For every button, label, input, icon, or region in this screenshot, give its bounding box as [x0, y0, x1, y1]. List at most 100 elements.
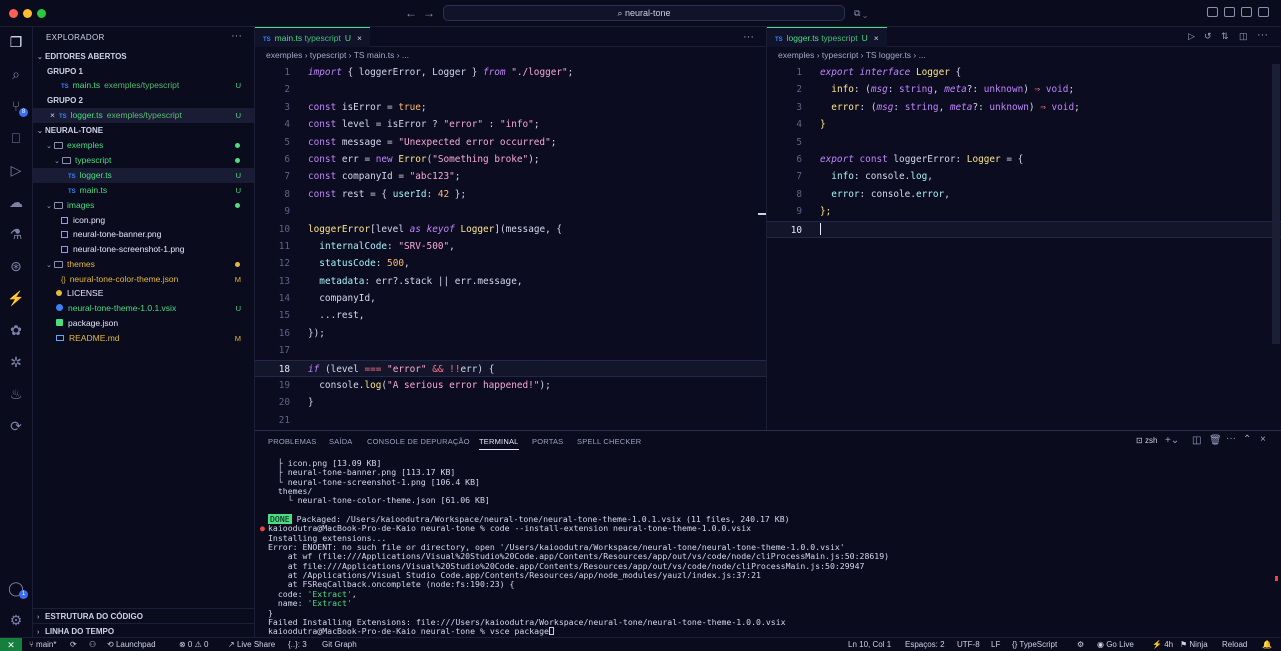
- tree-item-icon-png[interactable]: icon.png: [33, 213, 254, 228]
- tab-spell-checker[interactable]: SPELL CHECKER: [577, 437, 641, 446]
- zoom-window-button[interactable]: [37, 9, 46, 18]
- docker-icon[interactable]: ☁: [7, 193, 25, 211]
- run-debug-icon[interactable]: ▷: [7, 161, 25, 179]
- compare-icon[interactable]: ⇅: [1221, 31, 1229, 42]
- tree-item-banner[interactable]: neural-tone-banner.png: [33, 227, 254, 242]
- encoding[interactable]: UTF-8: [957, 638, 980, 651]
- editor-scrollbar[interactable]: [1272, 64, 1280, 344]
- language-mode[interactable]: {} TypeScript: [1012, 638, 1057, 651]
- timeline-icon[interactable]: ↺: [1204, 31, 1212, 42]
- tree-item-screenshot[interactable]: neural-tone-screenshot-1.png: [33, 242, 254, 257]
- launchpad[interactable]: ⟲ Launchpad: [107, 638, 156, 651]
- tab-problems[interactable]: PROBLEMAS: [268, 437, 316, 446]
- remote-indicator[interactable]: ✕: [0, 638, 22, 651]
- code-area[interactable]: 1 import { loggerError, Logger } from "./…: [255, 64, 766, 429]
- tree-item-themes[interactable]: ⌄ themes: [33, 257, 254, 272]
- tab-debug-console[interactable]: CONSOLE DE DEPURAÇÃO: [367, 437, 470, 446]
- maximize-panel-icon[interactable]: ⌃: [1243, 434, 1251, 445]
- timeline-section[interactable]: › LINHA DO TEMPO: [33, 623, 254, 638]
- split-editor-icon[interactable]: ◫: [1239, 31, 1248, 42]
- braces-indicator[interactable]: {..}: 3: [288, 638, 307, 651]
- go-live[interactable]: ◉ Go Live: [1097, 638, 1134, 651]
- open-editors-section[interactable]: ⌄ EDITORES ABERTOS: [33, 49, 254, 64]
- editor-more-button[interactable]: ···: [1257, 29, 1268, 41]
- genie-icon[interactable]: ♨: [7, 385, 25, 403]
- toggle-panel-icon[interactable]: [1241, 7, 1252, 17]
- minimize-window-button[interactable]: [23, 9, 32, 18]
- editor-more-button[interactable]: ···: [743, 31, 754, 43]
- tree-item-license[interactable]: LICENSE: [33, 286, 254, 301]
- tree-item-color-theme[interactable]: {} neural-tone-color-theme.json M: [33, 272, 254, 287]
- tab-main-ts[interactable]: TS main.ts typescript U ×: [255, 27, 370, 47]
- live-share[interactable]: ↗ Live Share: [228, 638, 275, 651]
- copilot-icon[interactable]: ⧉ ⌄: [854, 8, 867, 19]
- problems-indicator[interactable]: ⊗ 0 ⚠ 0: [179, 638, 208, 651]
- tab-ports[interactable]: PORTAS: [532, 437, 563, 446]
- customize-layout-icon[interactable]: [1207, 7, 1218, 17]
- tree-item-typescript[interactable]: ⌄ typescript: [33, 153, 254, 168]
- breadcrumb[interactable]: exemples › typescript › TS logger.ts › .…: [778, 50, 926, 60]
- run-icon[interactable]: ▷: [1188, 31, 1195, 42]
- bookmarks-icon[interactable]: ⎕: [7, 129, 25, 147]
- toggle-sidebar-icon[interactable]: [1224, 7, 1235, 17]
- explorer-icon[interactable]: ❐: [7, 33, 25, 51]
- close-tab-icon[interactable]: ×: [357, 33, 362, 43]
- tab-terminal[interactable]: TERMINAL: [479, 437, 519, 450]
- back-arrow-icon[interactable]: ←: [405, 6, 417, 20]
- gpt-icon[interactable]: ✲: [7, 353, 25, 371]
- trash-icon[interactable]: 🗑: [1209, 435, 1222, 446]
- git-graph-button[interactable]: Git Graph: [322, 638, 357, 651]
- npm-file-icon: [56, 319, 63, 326]
- tree-item-package-json[interactable]: package.json: [33, 316, 254, 331]
- folder-name: typescript: [75, 155, 112, 165]
- cursor-position[interactable]: Ln 10, Col 1: [848, 638, 891, 651]
- paw-icon[interactable]: ✿: [7, 321, 25, 339]
- tree-item-logger[interactable]: TS logger.ts U: [33, 168, 254, 183]
- bug-icon[interactable]: ⚇: [89, 638, 96, 651]
- tab-output[interactable]: SAÍDA: [329, 437, 353, 446]
- new-terminal-icon[interactable]: +⌄: [1165, 435, 1179, 446]
- tree-item-vsix[interactable]: neural-tone-theme-1.0.1.vsix U: [33, 301, 254, 316]
- git-branch[interactable]: ⑂ main*: [29, 638, 56, 651]
- source-control-icon[interactable]: ⑂ 8: [7, 97, 28, 117]
- reload-button[interactable]: Reload: [1222, 638, 1247, 651]
- time-tracker[interactable]: ⚡ 4h: [1152, 638, 1173, 651]
- terminal-shell-selector[interactable]: ⊡ zsh: [1136, 436, 1157, 445]
- tree-item-main[interactable]: TS main.ts U: [33, 183, 254, 198]
- toggle-secondary-sidebar-icon[interactable]: [1258, 7, 1269, 17]
- open-editor-logger[interactable]: × TS logger.ts exemples/typescript U: [33, 108, 254, 123]
- remote-icon[interactable]: ⟳: [7, 417, 25, 435]
- tab-logger-ts[interactable]: TS logger.ts typescript U ×: [767, 27, 887, 47]
- close-icon[interactable]: ×: [50, 110, 55, 120]
- gear-icon[interactable]: ⚙: [1077, 638, 1084, 651]
- command-center-search[interactable]: ⌕ neural-tone: [443, 5, 845, 21]
- outline-section[interactable]: › ESTRUTURA DO CÓDIGO: [33, 608, 254, 623]
- close-panel-icon[interactable]: ×: [1260, 434, 1266, 445]
- explorer-more-button[interactable]: ···: [231, 30, 242, 42]
- code-area[interactable]: 1 export interface Logger { 2 info: (msg:…: [767, 64, 1281, 238]
- sync-icon[interactable]: ⟳: [70, 638, 77, 651]
- close-window-button[interactable]: [9, 9, 18, 18]
- minimap-slider[interactable]: [758, 213, 766, 215]
- panel-more-button[interactable]: ···: [1226, 433, 1236, 444]
- account-icon[interactable]: ◯ 1: [7, 579, 28, 599]
- tree-item-images[interactable]: ⌄ images: [33, 198, 254, 213]
- git-graph-icon[interactable]: ⊛: [7, 257, 25, 275]
- tree-item-exemples[interactable]: ⌄ exemples: [33, 138, 254, 153]
- project-section[interactable]: ⌄ NEURAL-TONE: [33, 123, 254, 138]
- ninja[interactable]: ⚑ Ninja: [1180, 638, 1208, 651]
- tree-item-readme[interactable]: README.md M: [33, 331, 254, 346]
- close-tab-icon[interactable]: ×: [874, 33, 879, 43]
- end-of-line[interactable]: LF: [991, 638, 1000, 651]
- notifications-bell-icon[interactable]: 🔔: [1262, 638, 1272, 651]
- terminal-output[interactable]: ├ icon.png [13.09 KB] ├ neural-tone-bann…: [260, 458, 889, 637]
- breadcrumb[interactable]: exemples › typescript › TS main.ts › ...: [266, 50, 409, 60]
- search-icon[interactable]: ⌕: [7, 65, 25, 83]
- lightning-icon[interactable]: ⚡: [7, 289, 25, 307]
- settings-gear-icon[interactable]: ⚙: [7, 611, 25, 629]
- open-editor-main[interactable]: TS main.ts exemples/typescript U: [33, 78, 254, 93]
- split-terminal-icon[interactable]: ◫: [1192, 435, 1201, 446]
- forward-arrow-icon[interactable]: →: [423, 6, 435, 20]
- indentation[interactable]: Espaços: 2: [905, 638, 945, 651]
- testing-icon[interactable]: ⚗: [7, 225, 25, 243]
